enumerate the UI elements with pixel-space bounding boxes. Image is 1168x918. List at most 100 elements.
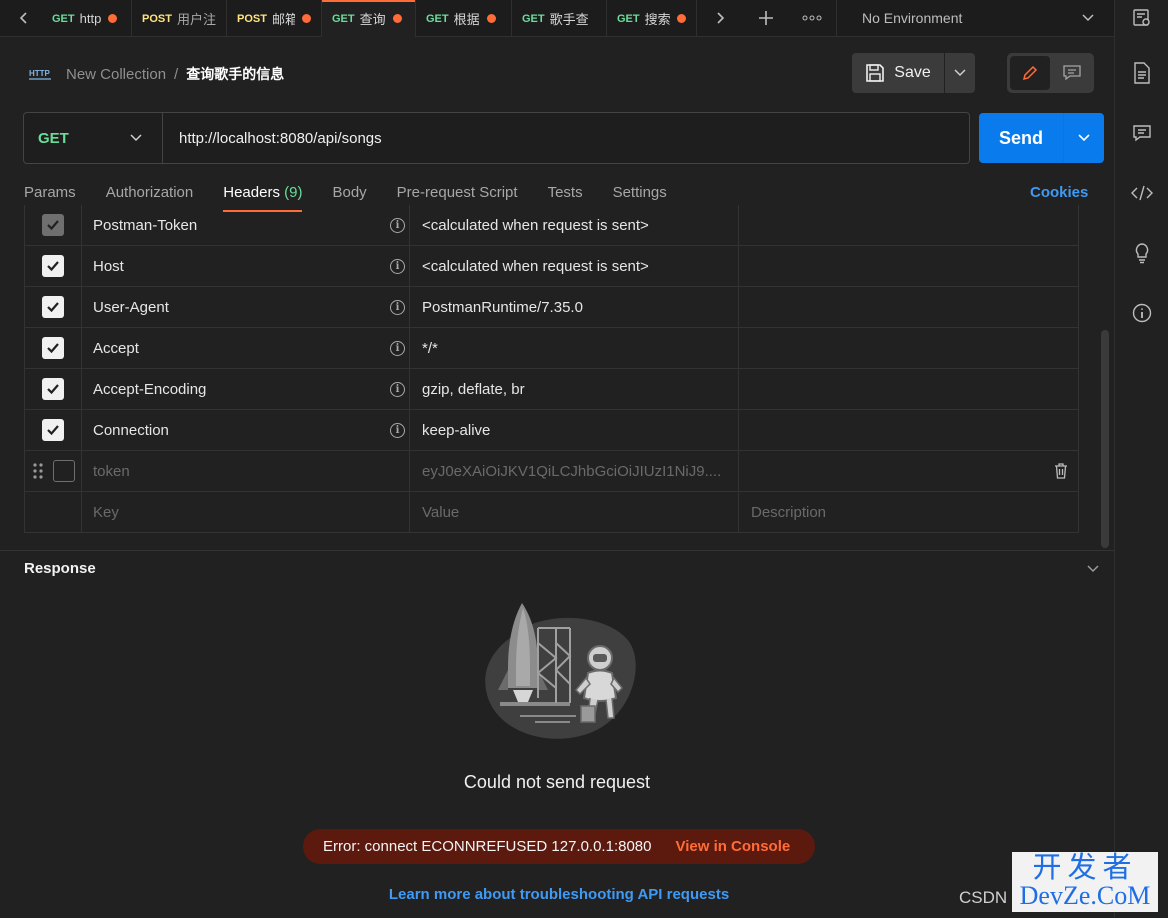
request-name[interactable]: 查询歌手的信息 xyxy=(186,64,284,84)
troubleshooting-link[interactable]: Learn more about troubleshooting API req… xyxy=(0,886,1118,903)
send-button[interactable]: Send xyxy=(979,128,1063,149)
unsaved-dot xyxy=(486,14,496,23)
view-in-console-link[interactable]: View in Console xyxy=(675,838,790,855)
request-tab[interactable]: GET http xyxy=(48,0,132,37)
request-tab[interactable]: GET 根据 xyxy=(416,0,512,37)
tab-method: GET xyxy=(617,12,640,25)
header-checkbox[interactable] xyxy=(42,255,64,277)
unsaved-dot xyxy=(108,14,118,23)
headers-table: Postman-Token i <calculated when request … xyxy=(24,205,1079,533)
tab-name: 根据 xyxy=(453,12,480,27)
tab-method: GET xyxy=(426,12,449,25)
header-checkbox[interactable] xyxy=(53,460,75,482)
request-tab[interactable]: GET 歌手查 xyxy=(512,0,607,37)
url-bar: GET xyxy=(23,112,970,164)
header-value[interactable]: eyJ0eXAiOiJKV1QiLCJhbGciOiJIUzI1NiJ9.... xyxy=(422,463,721,480)
environment-selector[interactable]: No Environment xyxy=(836,0,1114,36)
drag-handle-icon[interactable] xyxy=(33,463,43,479)
pencil-icon xyxy=(1022,65,1038,81)
save-label: Save xyxy=(894,64,931,81)
environment-label: No Environment xyxy=(862,10,963,26)
tabs-scroll-right[interactable] xyxy=(697,0,743,36)
header-value: gzip, deflate, br xyxy=(422,380,525,398)
comments-button[interactable] xyxy=(1115,124,1168,142)
new-tab-button[interactable] xyxy=(743,0,789,36)
table-row: User-Agent i PostmanRuntime/7.35.0 xyxy=(25,287,1078,328)
code-snippet-button[interactable] xyxy=(1115,184,1168,202)
method-select[interactable]: GET xyxy=(24,113,163,163)
header-checkbox[interactable] xyxy=(42,214,64,236)
info-icon[interactable]: i xyxy=(390,299,405,315)
tab-name: 查询 xyxy=(359,12,386,27)
request-tab[interactable]: GET 搜索 xyxy=(607,0,697,37)
header-value: <calculated when request is sent> xyxy=(422,257,649,275)
header-key[interactable]: token xyxy=(93,463,130,480)
http-request-icon: HTTP xyxy=(29,69,51,80)
tab-headers-label: Headers xyxy=(223,184,280,201)
chevron-down-icon xyxy=(1087,565,1099,573)
header-checkbox[interactable] xyxy=(42,378,64,400)
chevron-down-icon xyxy=(954,69,966,77)
info-icon[interactable]: i xyxy=(390,217,405,233)
header-key: Host xyxy=(93,257,124,275)
watermark-line2: DevZe.CoM xyxy=(1019,881,1151,910)
csdn-watermark: CSDN xyxy=(959,888,1008,907)
request-tab-active[interactable]: GET 查询 xyxy=(322,0,416,37)
key-placeholder[interactable]: Key xyxy=(93,504,119,521)
headers-count: (9) xyxy=(284,184,303,201)
save-button[interactable]: Save xyxy=(852,53,944,93)
environment-quick-look-button[interactable] xyxy=(1115,8,1168,28)
header-key: Connection xyxy=(93,421,169,439)
tab-method: POST xyxy=(142,12,172,25)
description-placeholder[interactable]: Description xyxy=(751,504,826,521)
info-icon[interactable]: i xyxy=(390,258,405,274)
header-checkbox[interactable] xyxy=(42,296,64,318)
headers-scrollbar[interactable] xyxy=(1101,330,1109,548)
url-input[interactable] xyxy=(163,113,969,163)
tabs-scroll-left[interactable] xyxy=(0,0,48,36)
check-icon xyxy=(47,261,59,272)
trash-icon[interactable] xyxy=(1054,463,1068,479)
request-tab[interactable]: POST 用户注 xyxy=(132,0,227,37)
error-text: Error: connect ECONNREFUSED 127.0.0.1:80… xyxy=(323,838,652,855)
tab-name: 搜索 xyxy=(644,12,670,27)
tab-name: 用户注 xyxy=(176,12,216,27)
value-placeholder[interactable]: Value xyxy=(422,504,459,521)
header-value: */* xyxy=(422,339,438,357)
header-checkbox[interactable] xyxy=(42,337,64,359)
related-collections-button[interactable] xyxy=(1115,242,1168,264)
more-horizontal-icon xyxy=(802,15,822,21)
table-row: Host i <calculated when request is sent> xyxy=(25,246,1078,287)
table-row: Postman-Token i <calculated when request … xyxy=(25,205,1078,246)
response-divider[interactable] xyxy=(0,550,1114,551)
info-icon[interactable]: i xyxy=(390,381,405,397)
save-icon xyxy=(866,64,885,82)
tab-method: GET xyxy=(332,12,355,25)
table-row-new: Key Value Description xyxy=(25,492,1078,533)
cookies-link[interactable]: Cookies xyxy=(1030,180,1088,206)
documentation-button[interactable] xyxy=(1115,62,1168,84)
request-tab[interactable]: POST 邮箱 xyxy=(227,0,322,37)
collapse-response-button[interactable] xyxy=(1087,562,1099,576)
header-value: PostmanRuntime/7.35.0 xyxy=(422,298,583,316)
comment-icon xyxy=(1133,125,1151,142)
chevron-down-icon xyxy=(1078,134,1090,142)
header-key: Accept xyxy=(93,339,139,357)
request-info-button[interactable] xyxy=(1115,303,1168,323)
edit-mode-button[interactable] xyxy=(1010,56,1050,90)
info-icon[interactable]: i xyxy=(390,340,405,356)
tab-name: 邮箱 xyxy=(271,12,295,27)
save-options-button[interactable] xyxy=(945,53,975,93)
check-icon xyxy=(47,220,59,231)
table-row: token eyJ0eXAiOiJKV1QiLCJhbGciOiJIUzI1Ni… xyxy=(25,451,1078,492)
header-value: <calculated when request is sent> xyxy=(422,216,649,234)
send-options-button[interactable] xyxy=(1063,113,1104,163)
comment-mode-button[interactable] xyxy=(1052,56,1092,90)
collection-link[interactable]: New Collection xyxy=(66,66,166,83)
chevron-left-icon xyxy=(19,12,27,24)
tab-options-button[interactable] xyxy=(789,0,835,36)
info-icon[interactable]: i xyxy=(390,422,405,438)
header-key: Accept-Encoding xyxy=(93,380,207,398)
header-checkbox[interactable] xyxy=(42,419,64,441)
devze-watermark: 开发者 DevZe.CoM xyxy=(1012,852,1158,912)
